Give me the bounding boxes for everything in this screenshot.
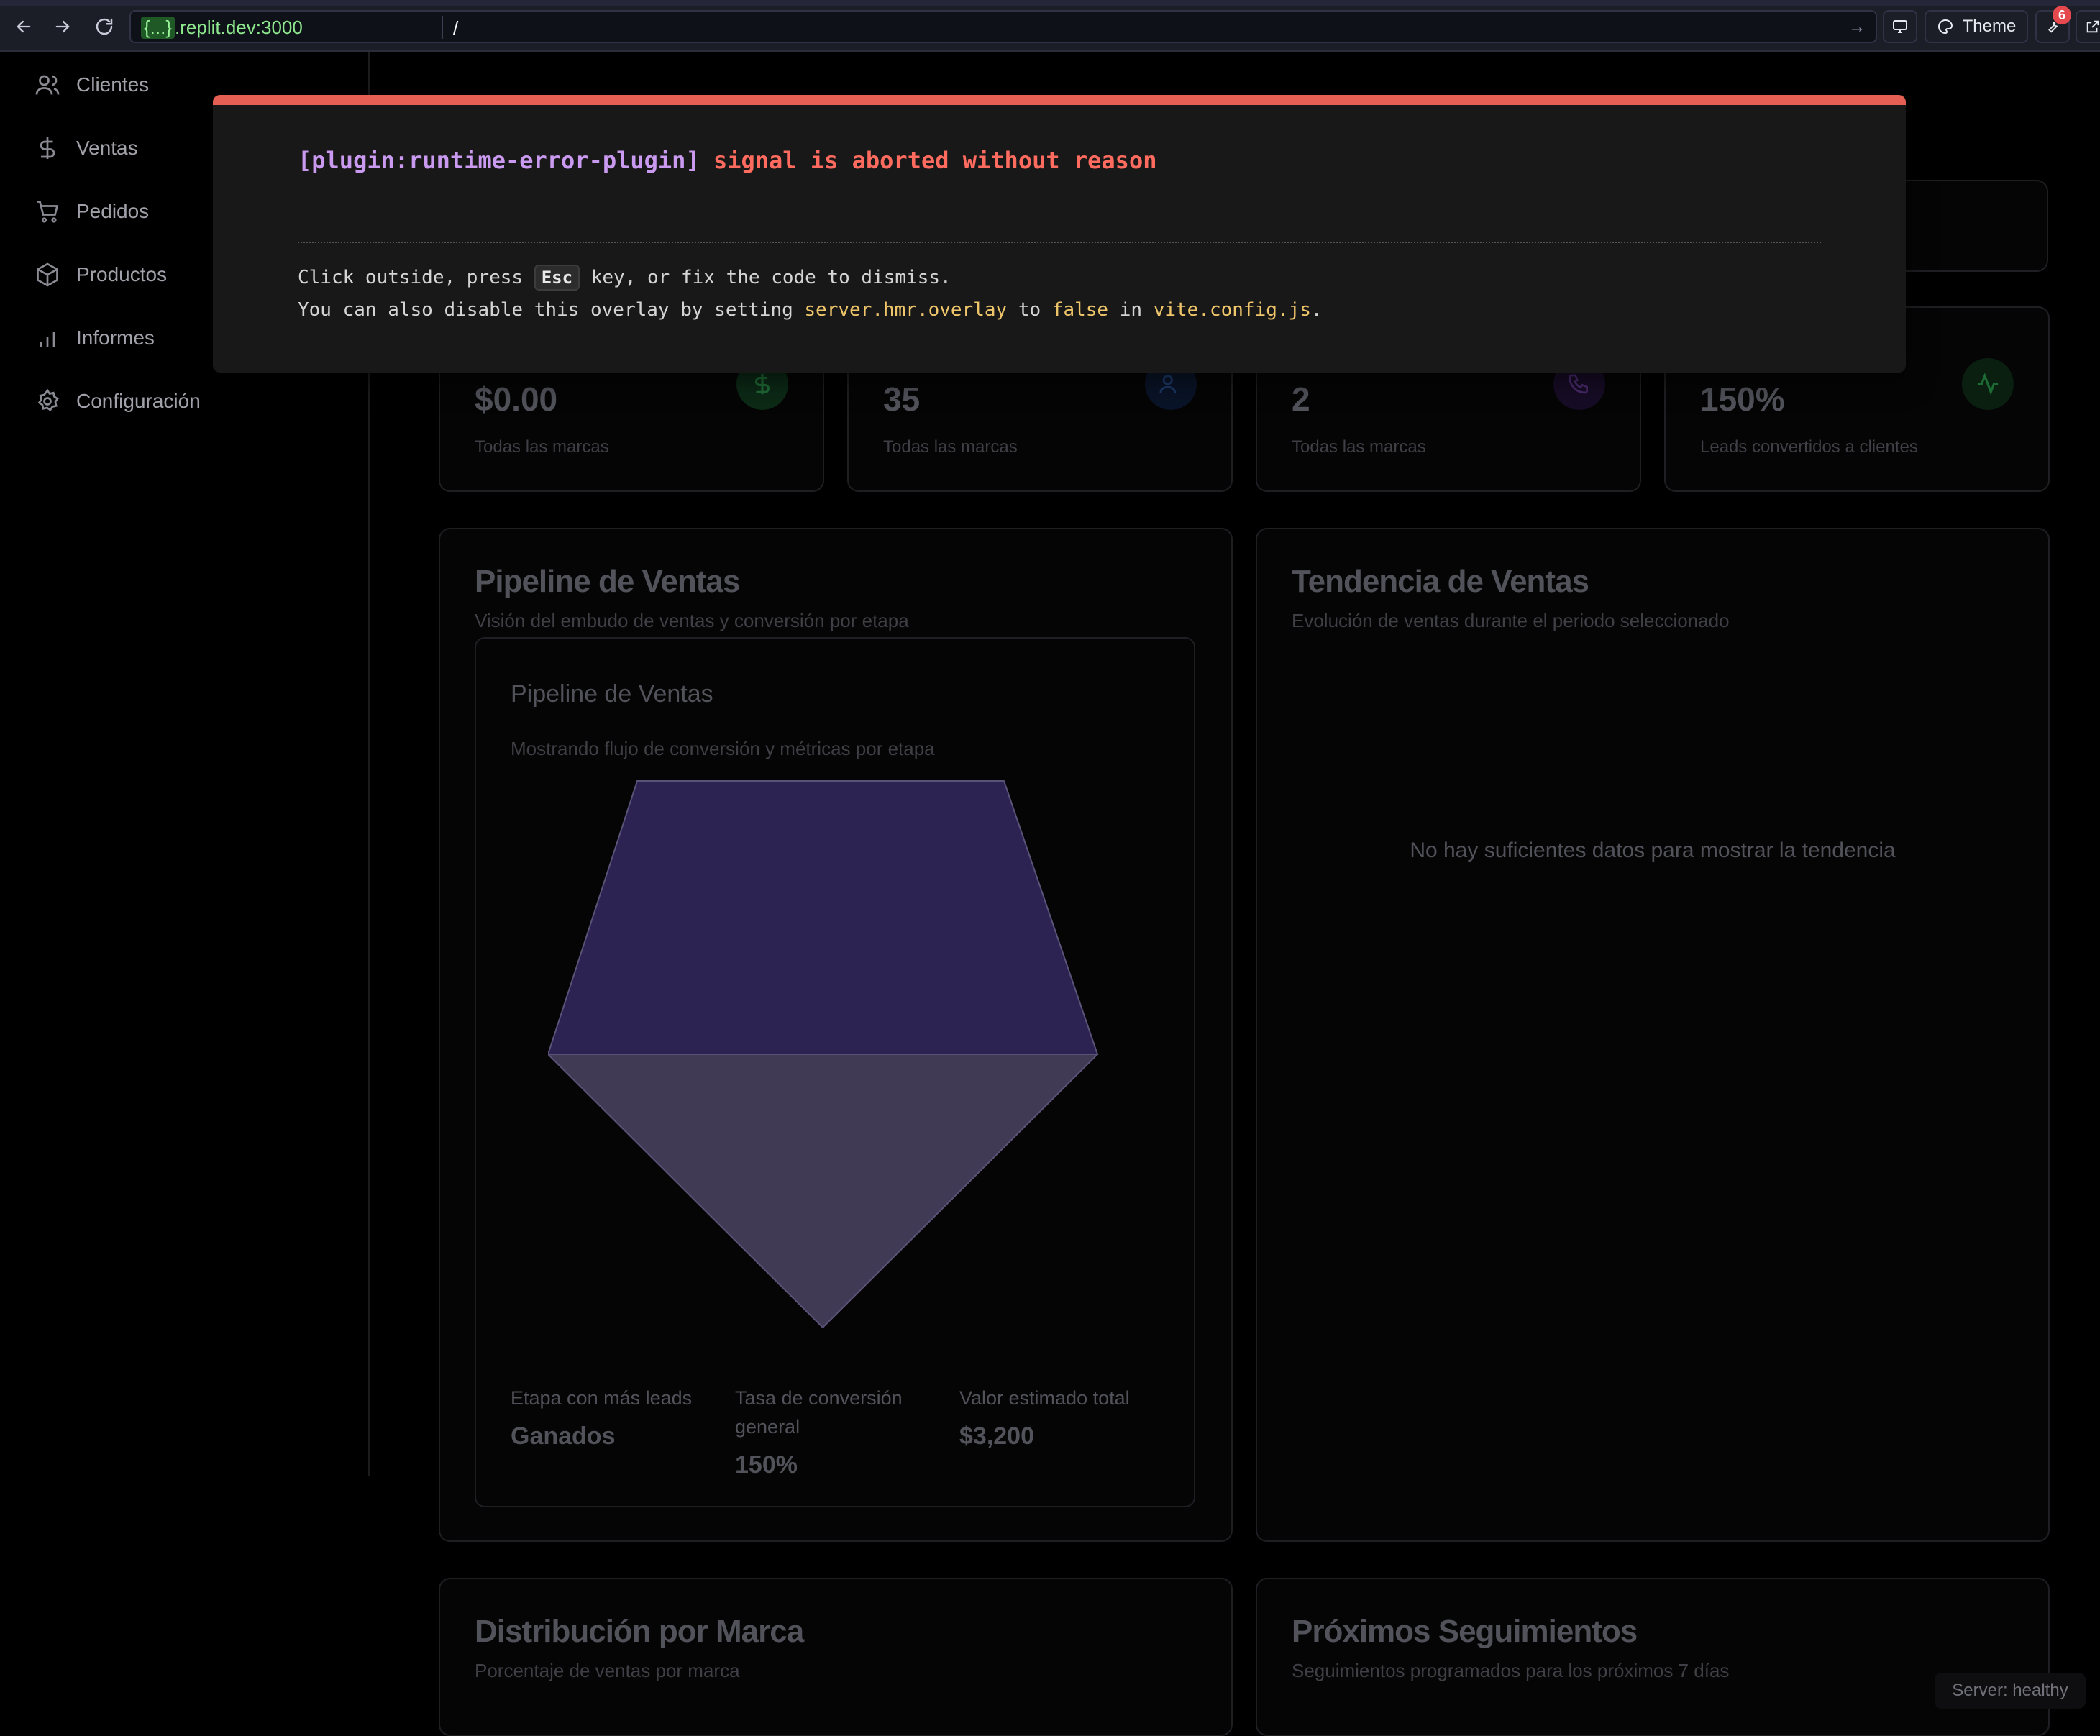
monitor-icon <box>1893 20 1907 33</box>
config-key: server.hmr.overlay <box>804 299 1008 321</box>
card-description: Seguimientos programados para los próxim… <box>1292 1660 1730 1681</box>
users-icon <box>35 75 60 95</box>
metric-label-top-stage: Etapa con más leads <box>511 1387 693 1409</box>
metric-label-conversion: Tasa de conversión general <box>735 1387 903 1438</box>
sidebar-item-label: Pedidos <box>76 200 150 222</box>
stat-subtitle: Todas las marcas <box>475 437 609 457</box>
box-icon <box>37 262 58 287</box>
stat-value: 35 <box>883 380 921 418</box>
stat-subtitle: Todas las marcas <box>1292 437 1426 457</box>
card-title: Tendencia de Ventas <box>1292 564 1589 599</box>
config-file: vite.config.js <box>1153 299 1311 321</box>
sidebar-item-configuracion[interactable]: Configuración <box>35 381 201 421</box>
theme-button[interactable]: Theme <box>1925 10 2028 43</box>
error-text: signal is aborted without reason <box>713 147 1157 174</box>
error-message: [plugin:runtime-error-plugin] signal is … <box>298 147 1156 174</box>
inner-title: Pipeline de Ventas <box>511 680 713 708</box>
go-arrow-icon[interactable]: → <box>1848 17 1866 37</box>
sidebar-item-label: Informes <box>76 326 155 349</box>
card-description: Porcentaje de ventas por marca <box>475 1660 740 1681</box>
funnel-chart <box>548 780 1100 1329</box>
tip-text: Click outside, press <box>298 267 524 288</box>
tab-strip <box>0 0 2100 6</box>
devices-button[interactable] <box>1883 10 1917 43</box>
arrow-left-icon <box>17 20 31 33</box>
arrow-right-icon <box>55 20 70 33</box>
reload-icon <box>96 18 113 35</box>
bar-chart-icon <box>40 332 55 347</box>
url-origin: {...} .replit.dev:3000 <box>135 16 309 39</box>
notification-badge: 6 <box>2053 6 2071 24</box>
inner-description: Mostrando flujo de conversión y métricas… <box>511 738 935 759</box>
sidebar-item-label: Ventas <box>76 137 138 159</box>
external-link-icon <box>2086 20 2099 33</box>
stat-icon-wrap <box>1962 358 2014 410</box>
browser-toolbar: {...} .replit.dev:3000 / → Theme 6 <box>0 0 2100 52</box>
tip-text: . <box>1310 299 1323 321</box>
stat-subtitle: Leads convertidos a clientes <box>1700 437 1918 457</box>
phone-icon <box>1569 374 1588 394</box>
server-status-badge: Server: healthy <box>1935 1673 2086 1709</box>
sidebar-item-informes[interactable]: Informes <box>35 318 155 358</box>
tip-text: key, or fix the code to dismiss. <box>590 267 951 288</box>
url-origin-brace: {...} <box>141 16 175 39</box>
forward-button[interactable] <box>49 13 76 40</box>
empty-state-message: No hay suficientes datos para mostrar la… <box>1410 839 1896 862</box>
back-button[interactable] <box>10 13 37 40</box>
card-description: Evolución de ventas durante el periodo s… <box>1292 610 1730 631</box>
pipeline-card: Pipeline de Ventas Visión del embudo de … <box>439 528 1233 1542</box>
users-icon <box>1159 375 1177 393</box>
reload-button[interactable] <box>91 13 118 40</box>
card-title: Distribución por Marca <box>475 1614 804 1649</box>
sidebar-item-label: Clientes <box>76 73 150 96</box>
trend-card: Tendencia de Ventas Evolución de ventas … <box>1256 528 2050 1542</box>
esc-key: Esc <box>534 265 580 291</box>
overlay-tip-dismiss: Click outside, press Esc key, or fix the… <box>298 265 951 291</box>
sidebar-item-label: Productos <box>76 263 168 285</box>
overlay-divider <box>298 242 1821 243</box>
overlay-accent-bar <box>213 95 1906 105</box>
error-plugin-name: [plugin:runtime-error-plugin] <box>298 147 700 174</box>
gear-icon <box>37 388 59 411</box>
tip-text: in <box>1119 299 1143 321</box>
stat-value: $0.00 <box>475 380 558 418</box>
overlay-tip-disable: You can also disable this overlay by set… <box>298 299 1323 321</box>
palette-icon <box>1937 19 1953 35</box>
dollar-icon <box>755 373 770 395</box>
url-separator <box>442 16 443 39</box>
tip-text: to <box>1018 299 1041 321</box>
sidebar-item-clientes[interactable]: Clientes <box>35 65 149 105</box>
stat-value: 150% <box>1700 380 1785 418</box>
sidebar-item-pedidos[interactable]: Pedidos <box>35 191 149 232</box>
open-external-button[interactable] <box>2076 10 2100 43</box>
tip-text: You can also disable this overlay by set… <box>298 299 793 321</box>
pipeline-inner-card: Pipeline de Ventas Mostrando flujo de co… <box>475 637 1195 1507</box>
stat-subtitle: Todas las marcas <box>883 437 1018 457</box>
activity-icon <box>1977 373 1999 396</box>
brand-distribution-card: Distribución por Marca Porcentaje de ven… <box>439 1578 1233 1736</box>
sidebar-item-label: Configuración <box>76 390 201 412</box>
card-title: Pipeline de Ventas <box>475 564 740 599</box>
error-overlay[interactable]: [plugin:runtime-error-plugin] signal is … <box>213 95 1906 373</box>
url-path: / <box>453 17 459 39</box>
stat-value: 2 <box>1292 380 1310 418</box>
sidebar-item-productos[interactable]: Productos <box>35 255 167 295</box>
url-origin-host: .replit.dev:3000 <box>175 16 303 38</box>
url-bar[interactable]: {...} .replit.dev:3000 / → <box>129 10 1877 43</box>
metric-label-estimated-value: Valor estimado total <box>959 1387 1130 1409</box>
funnel-stage-top[interactable] <box>548 780 1099 1055</box>
metric-value-top-stage: Ganados <box>511 1422 616 1450</box>
followups-card: Próximos Seguimientos Seguimientos progr… <box>1256 1578 2050 1736</box>
metric-value-estimated-value: $3,200 <box>959 1422 1034 1450</box>
cart-icon <box>37 201 59 223</box>
card-title: Próximos Seguimientos <box>1292 1614 1638 1649</box>
dollar-icon <box>40 137 55 159</box>
funnel-stage-bottom[interactable] <box>548 1054 1100 1329</box>
metric-value-conversion: 150% <box>735 1451 798 1479</box>
card-description: Visión del embudo de ventas y conversión… <box>475 610 909 631</box>
sidebar-item-ventas[interactable]: Ventas <box>35 128 138 168</box>
theme-label: Theme <box>1962 17 2017 36</box>
config-value: false <box>1051 299 1109 321</box>
